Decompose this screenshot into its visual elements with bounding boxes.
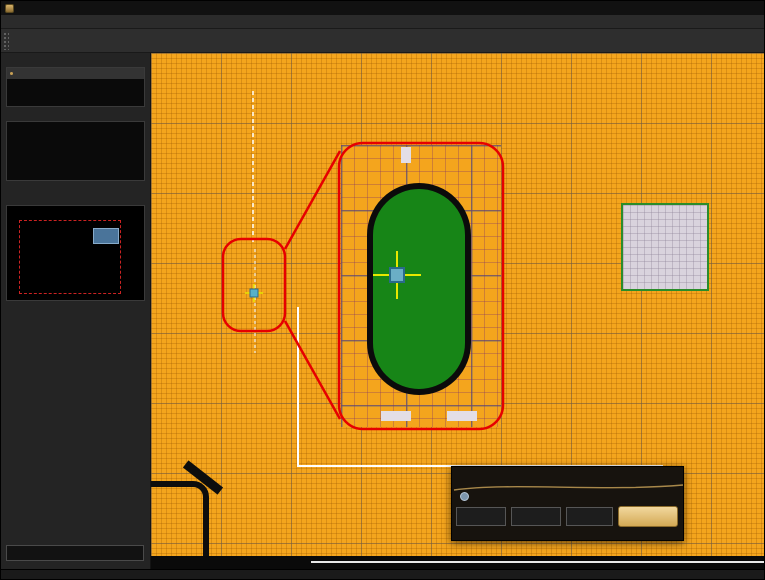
- coordinate-radio[interactable]: [460, 492, 469, 501]
- jump-y-input[interactable]: [511, 507, 561, 526]
- jump-button[interactable]: [618, 506, 678, 527]
- sidebar-footer-box: [6, 545, 144, 561]
- app-window: [0, 0, 765, 580]
- app-icon: [5, 4, 14, 13]
- info-box: [6, 121, 145, 181]
- unit-select[interactable]: [566, 507, 613, 526]
- jump-dialog: [451, 466, 684, 541]
- jump-dialog-titlebar[interactable]: [452, 467, 683, 482]
- jump-x-input[interactable]: [456, 507, 506, 526]
- info-panel-header: [1, 107, 151, 120]
- pcb-board-item[interactable]: [7, 68, 144, 79]
- dialog-ornament-curve: [452, 482, 685, 492]
- trace-white: [298, 307, 663, 466]
- title-bar: [1, 1, 765, 15]
- bullet-icon: [10, 72, 13, 75]
- callout-magnifier-rect: [339, 143, 503, 429]
- menu-bar: [1, 15, 765, 29]
- toolbar: [1, 29, 765, 53]
- preview-box[interactable]: [6, 205, 145, 301]
- layer-list-panel-header: [1, 305, 151, 318]
- sidebar: [1, 53, 151, 569]
- pcb-list-panel-header: [1, 53, 151, 66]
- crosshair-small-center: [250, 289, 258, 297]
- callout-leader-line: [285, 321, 340, 419]
- callout-leader-line: [285, 151, 340, 249]
- status-bar: [1, 569, 765, 580]
- crosshair-big-center: [390, 268, 404, 282]
- preview-viewport-rect[interactable]: [93, 228, 119, 244]
- toolbar-grip[interactable]: [3, 32, 9, 50]
- pcb-list-box: [6, 67, 145, 107]
- preview-panel-header: [1, 191, 151, 204]
